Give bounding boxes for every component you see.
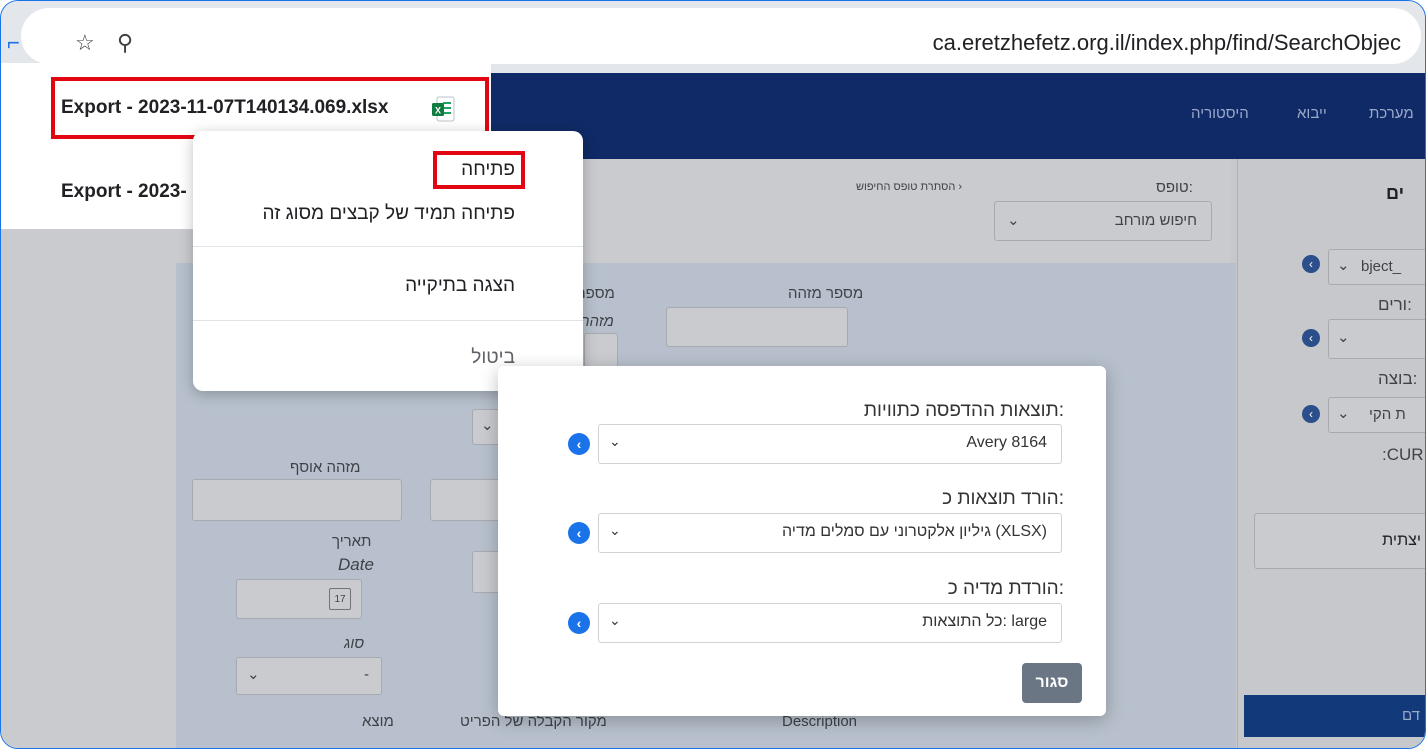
download-format-select[interactable]: ⌄ גיליון אלקטרוני עם סמלים מדיה (XLSX) [598, 513, 1062, 553]
help-icon[interactable]: ‹ [568, 433, 590, 455]
id-italic-label: מזהה [580, 313, 614, 330]
type-label: סוג [344, 635, 365, 652]
id-number-label: מספר מזהה [788, 285, 864, 302]
date-italic-label: Date [338, 555, 374, 574]
help-icon[interactable]: ‹ [568, 522, 590, 544]
excel-file-icon: X [432, 96, 455, 122]
group-select-value: ת הקי [1369, 406, 1406, 423]
media-download-label: הורדת מדיה כ: [947, 578, 1064, 599]
type-select-value: - [364, 666, 369, 683]
print-labels-label: תוצאות ההדפסה כתוויות: [863, 400, 1064, 421]
menu-divider [193, 320, 583, 321]
saved-search-button[interactable]: יצתית [1254, 513, 1425, 569]
blue-action-label: דם [1401, 707, 1420, 724]
svg-text:X: X [435, 106, 441, 116]
url-text[interactable]: ca.eretzhefetz.org.il/index.php/find/Sea… [933, 30, 1401, 56]
origin-label: מוצא [362, 713, 394, 730]
download-format-label: הורד תוצאות כ: [942, 488, 1064, 509]
star-icon[interactable]: ☆ [75, 28, 95, 58]
tab-icon[interactable]: ⌐ [7, 28, 20, 58]
chevron-down-icon: ⌄ [1007, 212, 1020, 229]
help-icon[interactable]: ‹ [1302, 405, 1320, 423]
chevron-down-icon: ⌄ [609, 522, 621, 538]
help-icon[interactable]: ‹ [568, 612, 590, 634]
calendar-icon[interactable]: 17 [329, 588, 351, 610]
help-icon[interactable]: ‹ [1302, 329, 1320, 347]
creators-select[interactable]: ⌄ [1328, 319, 1425, 359]
object-select[interactable]: bject_ ⌄ [1328, 249, 1425, 285]
cur-label: :CUR [1382, 445, 1424, 464]
menu-item-show-in-folder[interactable]: הצגה בתיקייה [405, 275, 515, 297]
nav-item-history[interactable]: היסטוריה [1191, 105, 1249, 122]
right-column: ים ‹ bject_ ⌄ ורים: ‹ ⌄ בוצה: ‹ ת הקי ⌄ … [1237, 159, 1425, 748]
media-download-select[interactable]: ⌄ כל התוצאות: large [598, 603, 1062, 643]
date-field[interactable]: 17 [236, 579, 362, 619]
right-heading: ים [1386, 183, 1405, 203]
collection-id-label: מזהה אוסף [290, 459, 361, 476]
chevron-down-icon: ⌄ [1337, 405, 1350, 422]
print-labels-value: Avery 8164 [966, 434, 1047, 451]
menu-item-open[interactable]: פתיחה [461, 159, 515, 181]
download-file-name[interactable]: Export - 2023-11-07T140134.069.xlsx [61, 97, 388, 119]
chevron-down-icon: ⌄ [247, 666, 260, 683]
close-button[interactable]: סגור [1022, 663, 1082, 703]
menu-item-always-open[interactable]: פתיחה תמיד של קבצים מסוג זה [263, 203, 515, 225]
help-icon[interactable]: ‹ [1302, 255, 1320, 273]
group-label: בוצה: [1378, 369, 1418, 388]
creators-label: ורים: [1378, 295, 1412, 314]
type-select[interactable]: - ⌄ [236, 657, 382, 695]
screenshot-frame: ⌐ ☆ ⚲ ca.eretzhefetz.org.il/index.php/fi… [0, 0, 1426, 749]
download-context-menu: פתיחה פתיחה תמיד של קבצים מסוג זה הצגה ב… [193, 131, 583, 391]
nav-item-system[interactable]: מערכת [1369, 105, 1414, 122]
object-select-value: bject_ [1361, 258, 1402, 275]
date-label: תאריך [332, 533, 372, 550]
saved-search-label: יצתית [1382, 532, 1421, 549]
blue-action-button[interactable]: דם [1244, 695, 1425, 737]
print-labels-select[interactable]: ⌄ Avery 8164 [598, 424, 1062, 464]
partial-field-2[interactable] [430, 479, 502, 521]
nav-item-import[interactable]: ייבוא [1297, 105, 1327, 122]
chevron-down-icon: ⌄ [1337, 329, 1350, 346]
menu-divider [193, 246, 583, 247]
media-download-value: כל התוצאות: large [922, 613, 1047, 630]
form-label: טופס: [1156, 179, 1193, 196]
chevron-down-icon: ⌄ [609, 612, 621, 628]
download-format-value: גיליון אלקטרוני עם סמלים מדיה (XLSX) [781, 523, 1047, 540]
download-file-name-2[interactable]: Export - 2023- [61, 181, 187, 203]
address-bar[interactable]: ⌐ ☆ ⚲ ca.eretzhefetz.org.il/index.php/fi… [7, 8, 1421, 64]
zoom-icon[interactable]: ⚲ [117, 28, 133, 58]
chevron-down-icon: ⌄ [609, 433, 621, 449]
chevron-down-icon: ⌄ [481, 417, 494, 434]
id-number-field[interactable] [666, 307, 848, 347]
form-select-value: חיפוש מורחב [1114, 212, 1197, 229]
hide-form-link[interactable]: הסתרת טופס החיפוש › [856, 181, 962, 193]
group-select[interactable]: ת הקי ⌄ [1328, 397, 1425, 433]
chevron-down-icon: ⌄ [1337, 257, 1350, 274]
export-options-modal: תוצאות ההדפסה כתוויות: ‹ ⌄ Avery 8164 הו… [498, 366, 1106, 716]
collection-id-field[interactable] [192, 479, 402, 521]
form-select[interactable]: חיפוש מורחב ⌄ [994, 201, 1212, 241]
